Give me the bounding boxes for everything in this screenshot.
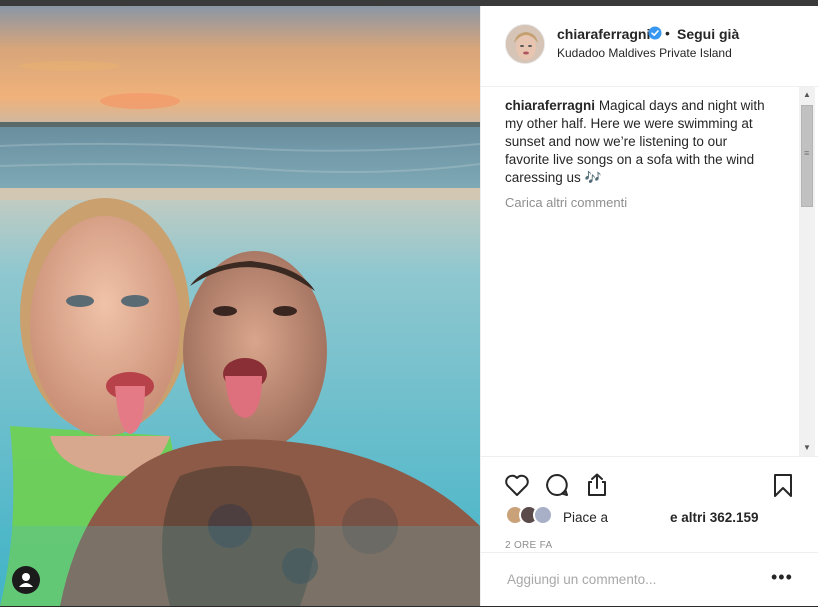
comments-area[interactable]: chiaraferragni Magical days and night wi…: [481, 87, 818, 456]
likes-count-link[interactable]: e altri 362.159: [670, 510, 759, 525]
heart-icon: [505, 474, 529, 496]
more-options-icon[interactable]: •••: [771, 567, 793, 588]
scrollbar-grip-icon: ≡: [804, 148, 810, 158]
follow-button[interactable]: Segui già: [677, 26, 739, 42]
header-separator: •: [665, 25, 670, 41]
post-modal: chiaraferragni • Segui già Kudadoo Maldi…: [0, 6, 818, 606]
user-tag-button[interactable]: [12, 566, 40, 594]
photo-image: [0, 6, 480, 606]
caption-emoji: 🎶: [584, 170, 602, 185]
add-comment-bar: •••: [481, 552, 818, 607]
post-header: chiaraferragni • Segui già Kudadoo Maldi…: [481, 6, 818, 87]
like-button[interactable]: [503, 471, 531, 499]
comment-button[interactable]: [543, 471, 571, 499]
location-link[interactable]: Kudadoo Maldives Private Island: [557, 46, 732, 60]
liker-avatar: [533, 505, 553, 525]
caption-username[interactable]: chiaraferragni: [505, 98, 595, 113]
post-photo[interactable]: [0, 6, 480, 606]
scrollbar-thumb[interactable]: ≡: [801, 105, 813, 207]
scroll-up-arrow-icon[interactable]: ▲: [799, 87, 815, 103]
comment-input[interactable]: [505, 571, 749, 588]
verified-badge-icon: [648, 26, 662, 40]
likes-prefix: Piace a: [563, 510, 609, 525]
load-more-comments-button[interactable]: Carica altri commenti: [505, 195, 627, 210]
post-caption: chiaraferragni Magical days and night wi…: [505, 97, 775, 187]
save-button[interactable]: [769, 471, 797, 499]
share-button[interactable]: [583, 471, 611, 499]
post-timestamp[interactable]: 2 ORE FA: [505, 540, 552, 551]
bookmark-icon: [774, 474, 792, 497]
post-side-panel: chiaraferragni • Segui già Kudadoo Maldi…: [480, 6, 818, 606]
username-link[interactable]: chiaraferragni: [557, 26, 650, 42]
avatar-image: [506, 25, 544, 63]
avatar[interactable]: [505, 24, 545, 64]
share-icon: [588, 473, 606, 496]
user-tag-icon: [19, 573, 33, 587]
scroll-down-arrow-icon[interactable]: ▼: [799, 440, 815, 456]
comments-scrollbar[interactable]: ▲ ≡ ▼: [799, 87, 815, 456]
comment-icon: [546, 474, 568, 496]
